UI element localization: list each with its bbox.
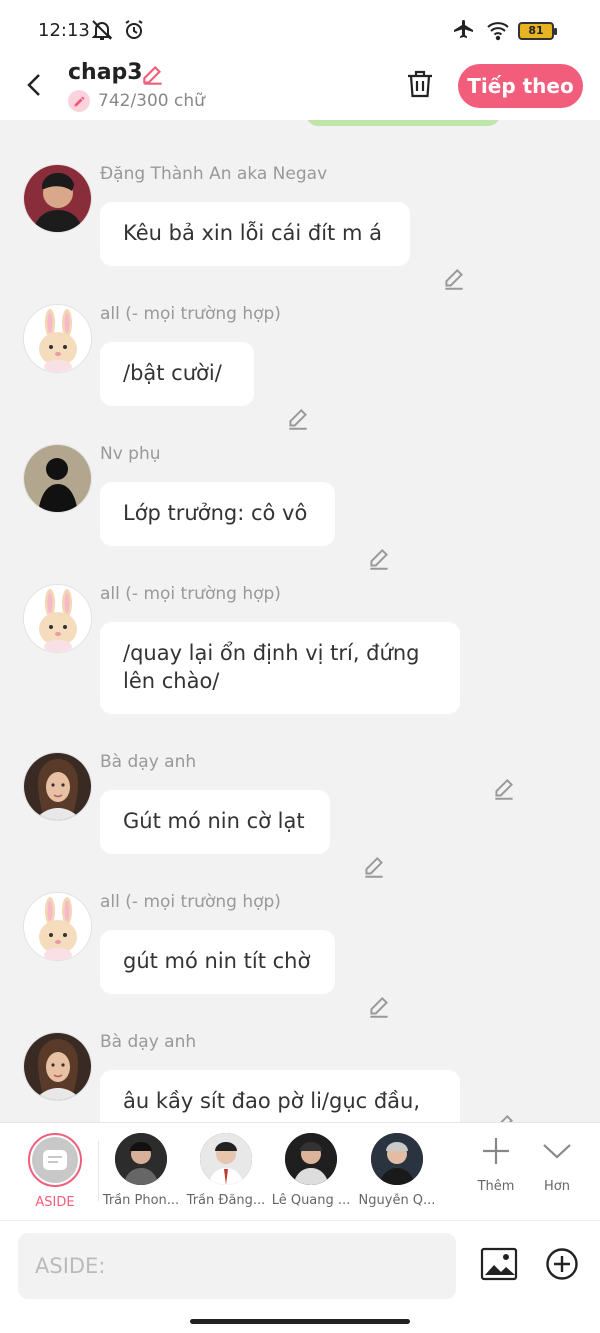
- avatar[interactable]: [23, 304, 92, 373]
- character-item[interactable]: Trần Đăng...: [183, 1133, 269, 1208]
- character-item[interactable]: Trần Phon...: [98, 1133, 184, 1208]
- avatar: [115, 1133, 167, 1185]
- status-time: 12:13: [38, 20, 90, 41]
- message-bubble[interactable]: gút mó nin tít chờ: [100, 930, 335, 994]
- message-bubble[interactable]: /quay lại ổn định vị trí, đứng lên chào/: [100, 622, 460, 714]
- sender-name: all (- mọi trường hợp): [100, 584, 281, 604]
- back-icon[interactable]: [18, 68, 52, 102]
- avatar: [371, 1133, 423, 1185]
- plus-icon: [483, 1138, 509, 1164]
- sender-name: Nv phụ: [100, 444, 161, 464]
- edit-message-icon[interactable]: [441, 266, 467, 292]
- avatar[interactable]: [23, 892, 92, 961]
- edit-message-icon[interactable]: [361, 854, 387, 880]
- avatar: [200, 1133, 252, 1185]
- sender-name: all (- mọi trường hợp): [100, 304, 281, 324]
- add-character-button[interactable]: Thêm: [466, 1135, 526, 1194]
- edit-title-icon[interactable]: [140, 62, 166, 88]
- edit-message-icon[interactable]: [366, 994, 392, 1020]
- avatar: [285, 1133, 337, 1185]
- word-count-text: 742/300 chữ: [98, 91, 205, 111]
- avatar[interactable]: [23, 584, 92, 653]
- sender-name: Đặng Thành An aka Negav: [100, 164, 328, 184]
- character-bar: ASIDE Trần Phon... Trần Đăng... Lê Quang…: [0, 1122, 600, 1220]
- expand-label: Hơn: [544, 1179, 570, 1194]
- aside-icon-bg: [32, 1137, 78, 1183]
- edit-message-icon[interactable]: [366, 546, 392, 572]
- avatar[interactable]: [23, 752, 92, 821]
- airplane-icon: [454, 20, 473, 38]
- muted-bell-icon: [91, 20, 113, 40]
- edit-message-icon[interactable]: [285, 406, 311, 432]
- wifi-icon: [487, 22, 509, 41]
- chapter-title[interactable]: chap3: [68, 60, 143, 85]
- avatar[interactable]: [23, 1032, 92, 1101]
- previous-bubble-fragment: [306, 120, 500, 126]
- chat-area[interactable]: Đặng Thành An aka Negav Kêu bả xin lỗi c…: [0, 120, 600, 1122]
- message-bubble[interactable]: /bật cười/: [100, 342, 254, 406]
- character-name: Lê Quang ...: [271, 1193, 351, 1208]
- edit-message-icon[interactable]: [491, 1112, 517, 1122]
- aside-note-icon: [43, 1150, 67, 1170]
- sender-name: Bà dạy anh: [100, 1032, 197, 1052]
- add-circle-icon[interactable]: [545, 1247, 579, 1281]
- word-count: 742/300 chữ: [68, 90, 205, 112]
- character-item[interactable]: Lê Quang ...: [268, 1133, 354, 1208]
- trash-icon[interactable]: [405, 68, 435, 100]
- character-name: Nguyễn Q...: [358, 1193, 436, 1208]
- chevron-down-icon: [543, 1144, 571, 1159]
- aside-input[interactable]: [18, 1233, 456, 1299]
- aside-selector[interactable]: ASIDE: [12, 1133, 98, 1210]
- character-item[interactable]: Nguyễn Q...: [354, 1133, 440, 1208]
- message-bubble[interactable]: Gút mó nin cờ lạt: [100, 790, 330, 854]
- message-bubble[interactable]: Lớp trưởng: cô vô: [100, 482, 335, 546]
- home-indicator: [190, 1319, 410, 1324]
- aside-ring: [28, 1133, 82, 1187]
- edit-message-icon[interactable]: [491, 776, 517, 802]
- input-area: [0, 1220, 600, 1333]
- battery-icon: 81: [518, 22, 557, 40]
- aside-label: ASIDE: [35, 1195, 75, 1210]
- editor-header: chap3 742/300 chữ Tiếp theo: [0, 60, 600, 120]
- alarm-icon: [125, 20, 143, 39]
- character-name: Trần Đăng...: [186, 1193, 266, 1208]
- message-bubble[interactable]: Kêu bả xin lỗi cái đít m á: [100, 202, 410, 266]
- next-button[interactable]: Tiếp theo: [458, 64, 583, 108]
- avatar[interactable]: [23, 444, 92, 513]
- expand-button[interactable]: Hơn: [527, 1135, 587, 1194]
- more-label: Thêm: [477, 1179, 515, 1194]
- sender-name: all (- mọi trường hợp): [100, 892, 281, 912]
- sender-name: Bà dạy anh: [100, 752, 197, 772]
- image-icon[interactable]: [480, 1247, 518, 1281]
- avatar[interactable]: [23, 164, 92, 233]
- pencil-badge-icon: [68, 90, 90, 112]
- message-bubble[interactable]: âu kầy sít đao pờ li/gục đầu,: [100, 1070, 460, 1122]
- status-bar: 12:13 81: [0, 0, 600, 60]
- character-name: Trần Phon...: [102, 1193, 180, 1208]
